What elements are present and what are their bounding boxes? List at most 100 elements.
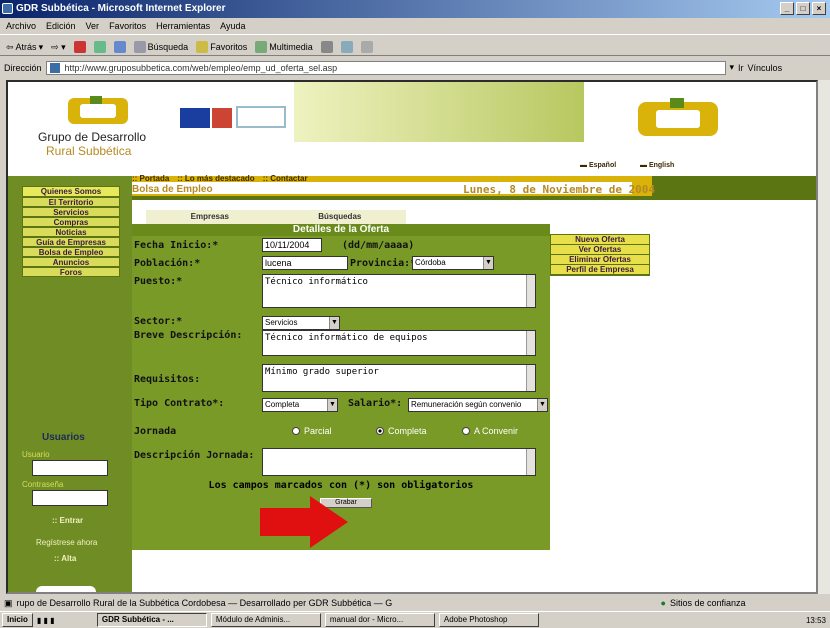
start-button[interactable]: Inicio (2, 613, 33, 627)
nav-servicios[interactable]: Servicios (22, 207, 120, 217)
nav-territorio[interactable]: El Territorio (22, 197, 120, 207)
contrato-label: Tipo Contrato*: (134, 398, 225, 409)
go-button[interactable]: Ir (738, 63, 744, 73)
search-button[interactable]: Búsqueda (133, 41, 188, 53)
page-scrollbar[interactable] (818, 80, 830, 594)
radio-dot-icon (462, 427, 470, 435)
stop-icon[interactable] (73, 41, 86, 53)
link-destacado[interactable]: :: Lo más destacado (177, 174, 254, 183)
page-viewport: Grupo de Desarrollo Rural Subbética ▬ Es… (6, 80, 818, 594)
contrato-select[interactable]: Completa ▼ (262, 398, 338, 412)
task-modulo[interactable]: Módulo de Adminis... (210, 613, 321, 627)
multimedia-icon (255, 41, 268, 53)
nav-compras[interactable]: Compras (22, 217, 120, 227)
home-icon[interactable] (113, 41, 126, 53)
textarea-scrollbar[interactable] (526, 275, 535, 307)
textarea-scrollbar[interactable] (526, 365, 535, 391)
password-input[interactable] (32, 490, 108, 506)
register-link[interactable]: Regístrese ahora (36, 538, 97, 547)
user-label: Usuario (22, 450, 50, 459)
salario-select[interactable]: Remuneración según convenio ▼ (408, 398, 548, 412)
taskbar: Inicio ▮ ▮ ▮ GDR Subbética - ... Módulo … (0, 611, 830, 628)
main-nav: Quienes Somos El Territorio Servicios Co… (22, 186, 120, 277)
forward-button[interactable]: ⇨ ▾ (51, 42, 66, 53)
favorites-icon (196, 41, 209, 53)
side-menu: Nueva Oferta Ver Ofertas Eliminar Oferta… (550, 234, 650, 276)
menu-ver[interactable]: Ver (86, 21, 100, 34)
user-input[interactable] (32, 460, 108, 476)
form-title: Detalles de la Oferta (132, 224, 550, 236)
status-bar: ▣ rupo de Desarrollo Rural de la Subbéti… (0, 596, 830, 610)
trusted-zone-icon: ● (660, 598, 666, 608)
favorites-button[interactable]: Favoritos (196, 41, 247, 53)
nav-bolsa-empleo[interactable]: Bolsa de Empleo (22, 247, 120, 257)
links-label[interactable]: Vínculos (748, 63, 783, 73)
print-icon[interactable] (360, 41, 373, 53)
side-eliminar-ofertas[interactable]: Eliminar Ofertas (551, 255, 649, 265)
lang-es-link[interactable]: ▬ Español (580, 162, 616, 169)
menu-bar: Archivo Edición Ver Favoritos Herramient… (0, 18, 830, 34)
fecha-input[interactable]: 10/11/2004 (262, 238, 322, 252)
status-page-icon: ▣ (4, 597, 13, 608)
nav-anuncios[interactable]: Anuncios (22, 257, 120, 267)
close-button[interactable]: × (812, 2, 826, 15)
ie-icon (2, 3, 13, 14)
site-logo[interactable]: Grupo de Desarrollo Rural Subbética (38, 94, 158, 164)
jornada-parcial-radio[interactable]: Parcial (292, 426, 332, 436)
menu-favoritos[interactable]: Favoritos (109, 21, 146, 34)
descjornada-textarea[interactable] (262, 448, 536, 476)
page-icon (49, 62, 60, 73)
textarea-scrollbar[interactable] (526, 331, 535, 355)
eu-flag-icon (180, 108, 210, 128)
menu-archivo[interactable]: Archivo (6, 21, 36, 34)
side-perfil-empresa[interactable]: Perfil de Empresa (551, 265, 649, 275)
enter-link[interactable]: :: Entrar (52, 516, 83, 525)
refresh-icon[interactable] (93, 41, 106, 53)
poblacion-input[interactable]: lucena (262, 256, 348, 270)
gds-logo-icon (68, 96, 128, 124)
puesto-textarea[interactable]: Técnico informático (262, 274, 536, 308)
menu-ayuda[interactable]: Ayuda (220, 21, 245, 34)
side-ver-ofertas[interactable]: Ver Ofertas (551, 245, 649, 255)
header-photo (294, 82, 584, 142)
tab-empresas[interactable]: Empresas (191, 210, 229, 224)
provincia-select[interactable]: Córdoba ▼ (412, 256, 494, 270)
multimedia-button[interactable]: Multimedia (255, 41, 313, 53)
nav-guia-empresas[interactable]: Guía de Empresas (22, 237, 120, 247)
nav-quienes-somos[interactable]: Quienes Somos (22, 186, 120, 197)
jornada-label: Jornada (134, 426, 177, 437)
provincia-label: Provincia:* (350, 258, 417, 269)
task-gdr[interactable]: GDR Subbética - ... (96, 613, 207, 627)
breve-textarea[interactable]: Técnico informático de equipos (262, 330, 536, 356)
address-input[interactable]: http://www.gruposubbetica.com/web/empleo… (45, 60, 726, 75)
alta-link[interactable]: :: Alta (54, 554, 76, 563)
radio-dot-icon (376, 427, 384, 435)
jornada-completa-radio[interactable]: Completa (376, 426, 427, 436)
sector-select[interactable]: Servicios ▼ (262, 316, 340, 330)
mail-icon[interactable] (340, 41, 353, 53)
address-dropdown-icon[interactable]: ▾ (730, 62, 735, 73)
nav-foros[interactable]: Foros (22, 267, 120, 277)
requisitos-textarea[interactable]: Mínimo grado superior (262, 364, 536, 392)
task-manual[interactable]: manual dor - Micro... (324, 613, 435, 627)
task-photoshop[interactable]: Adobe Photoshop (438, 613, 539, 627)
window-title: GDR Subbética - Microsoft Internet Explo… (16, 3, 226, 14)
textarea-scrollbar[interactable] (526, 449, 535, 475)
clock: 13:53 (805, 615, 826, 625)
side-nueva-oferta[interactable]: Nueva Oferta (551, 235, 649, 245)
link-contactar[interactable]: :: Contactar (263, 174, 308, 183)
menu-herramientas[interactable]: Herramientas (156, 21, 210, 34)
jornada-convenir-radio[interactable]: A Convenir (462, 426, 518, 436)
puesto-label: Puesto:* (134, 276, 183, 287)
link-portada[interactable]: :: Portada (132, 174, 169, 183)
lang-en-link[interactable]: ▬ English (640, 162, 674, 169)
history-icon[interactable] (320, 41, 333, 53)
address-bar: Dirección http://www.gruposubbetica.com/… (0, 56, 830, 76)
maximize-button[interactable]: □ (796, 2, 810, 15)
back-button[interactable]: ⇦ Atrás ▾ (6, 42, 43, 53)
minimize-button[interactable]: _ (780, 2, 794, 15)
tab-busquedas[interactable]: Búsquedas (318, 210, 361, 224)
menu-edicion[interactable]: Edición (46, 21, 76, 34)
nav-noticias[interactable]: Noticias (22, 227, 120, 237)
red-arrow-icon (260, 496, 348, 548)
